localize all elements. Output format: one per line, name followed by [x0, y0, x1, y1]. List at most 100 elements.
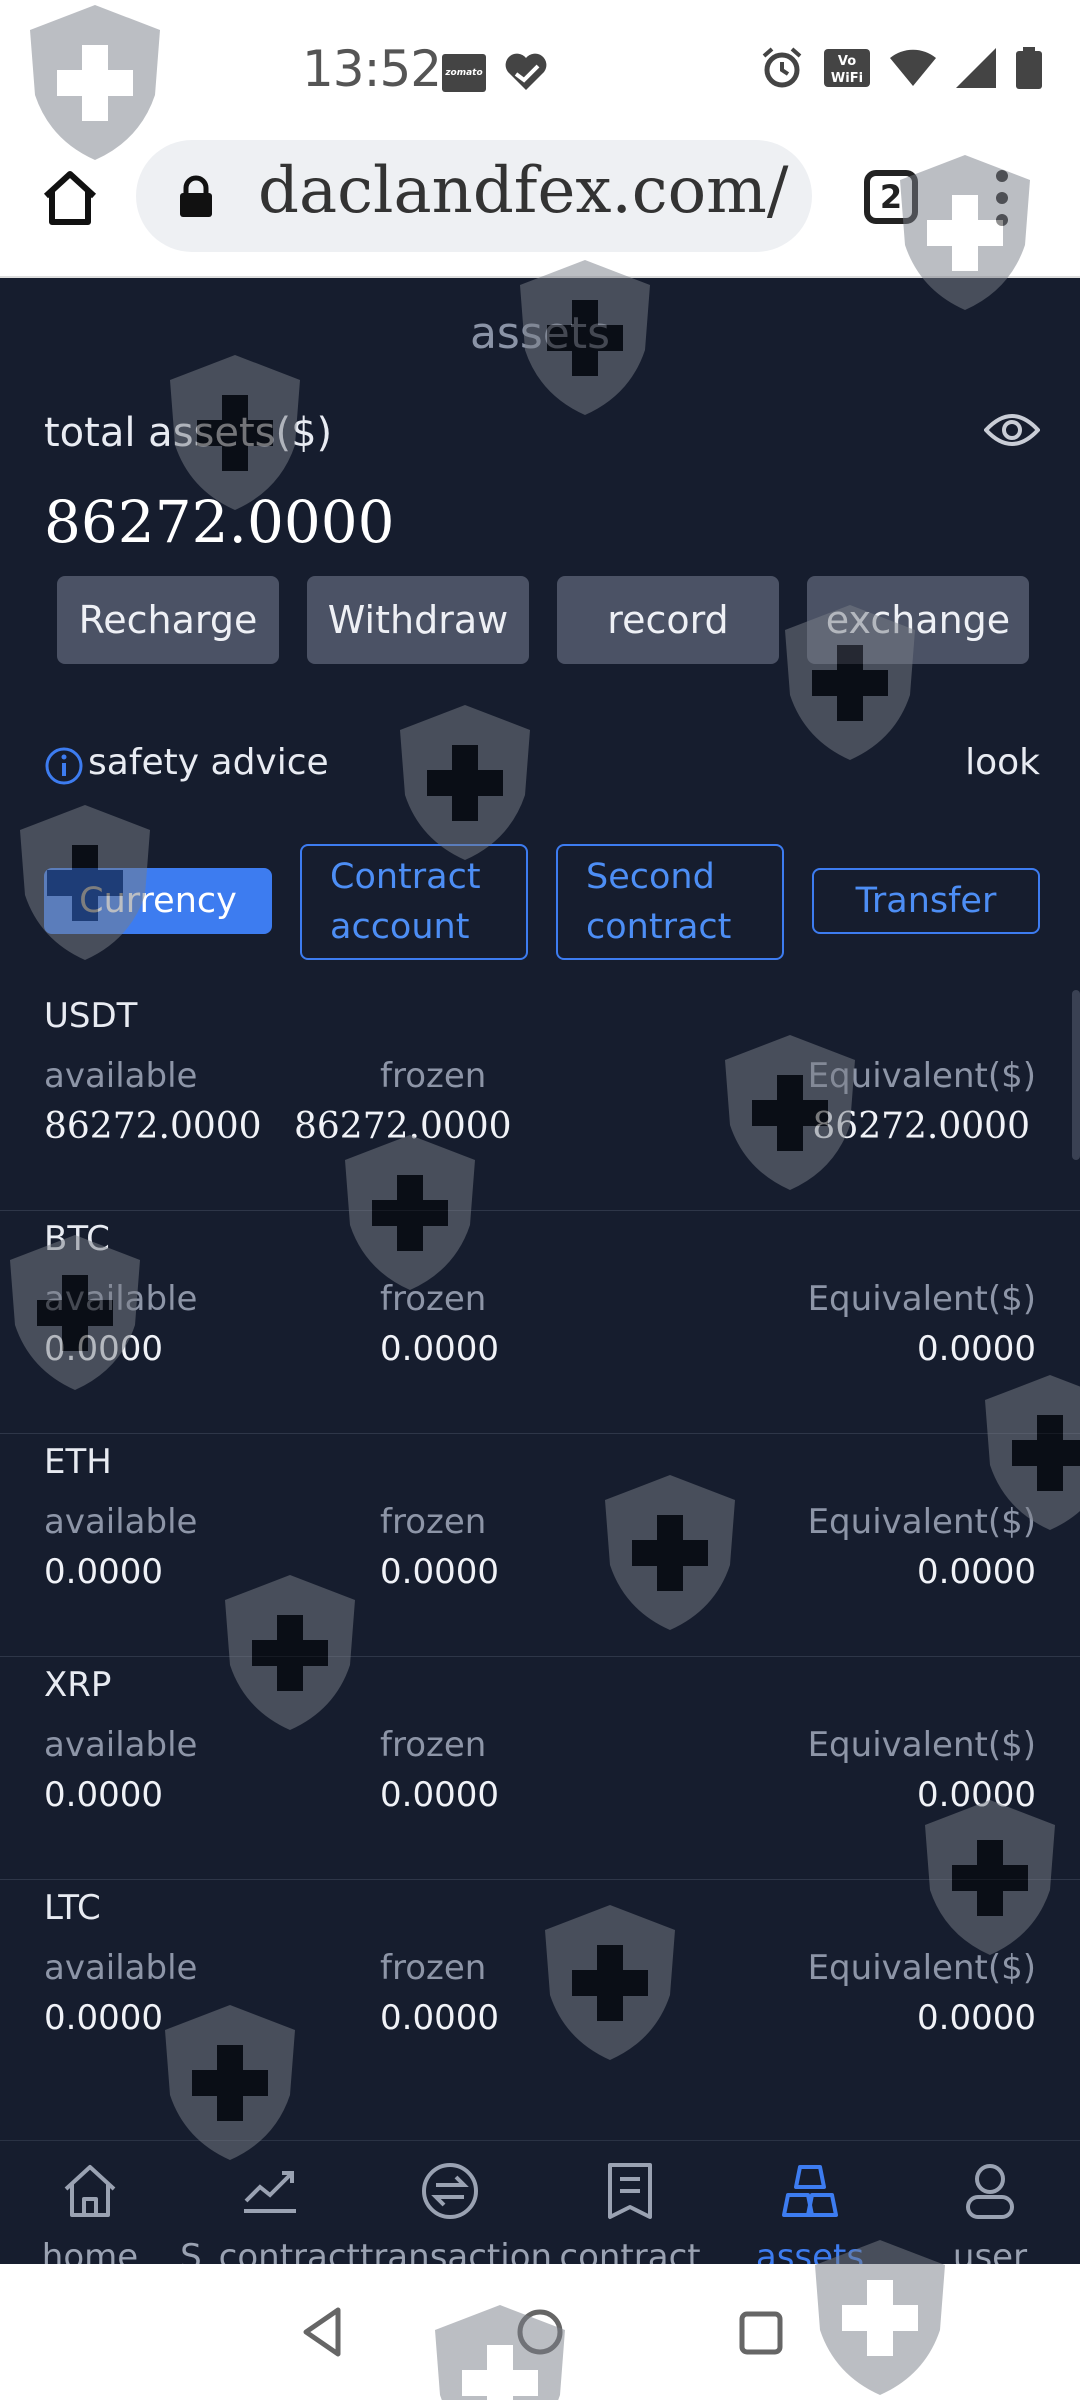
frozen-value: 0.0000 [380, 1775, 499, 1815]
frozen-value: 0.0000 [380, 1552, 499, 1592]
info-icon [45, 747, 83, 785]
asset-row[interactable]: LTC available frozen Equivalent($) 0.000… [0, 1880, 1080, 2103]
asset-row[interactable]: XRP available frozen Equivalent($) 0.000… [0, 1657, 1080, 1880]
browser-toolbar: daclandfex.com/ 2 [0, 140, 1080, 278]
nav-s-contract[interactable]: S_contract [180, 2141, 360, 2264]
exchange-button[interactable]: exchange [807, 576, 1029, 664]
available-label: available [44, 1056, 198, 1096]
safety-advice-row[interactable]: safety advice look [44, 742, 1040, 794]
tab-switcher-button[interactable]: 2 [864, 170, 918, 224]
available-label: available [44, 1725, 198, 1765]
equivalent-value: 0.0000 [917, 1998, 1036, 2038]
assets-page: assets total assets($) 86272.0000 Rechar… [0, 278, 1080, 2264]
wifi-icon [890, 49, 936, 86]
nav-user[interactable]: user [900, 2141, 1080, 2264]
frozen-label: frozen [380, 1725, 487, 1765]
total-assets-value: 86272.0000 [44, 488, 395, 556]
account-tabs: Currency Contract account Second contrac… [44, 844, 1040, 964]
equivalent-label: Equivalent($) [807, 1948, 1036, 1988]
nav-label: S_contract [180, 2237, 360, 2264]
gold-bars-icon [782, 2165, 838, 2217]
nav-assets[interactable]: assets [720, 2141, 900, 2264]
scrollbar[interactable] [1072, 990, 1080, 1160]
home-icon [64, 2165, 116, 2217]
nav-home[interactable]: home [0, 2141, 180, 2264]
health-heart-icon [505, 53, 547, 90]
url-field[interactable]: daclandfex.com/ [136, 140, 812, 252]
coin-name: ETH [44, 1442, 112, 1482]
equivalent-label: Equivalent($) [807, 1279, 1036, 1319]
total-assets-label: total assets($) [44, 410, 333, 456]
equivalent-label: Equivalent($) [807, 1056, 1036, 1096]
asset-row[interactable]: USDT available frozen Equivalent($) 8627… [0, 988, 1080, 1211]
chart-icon [244, 2171, 296, 2213]
system-nav-bar [0, 2264, 1080, 2400]
coin-name: USDT [44, 996, 138, 1036]
frozen-label: frozen [380, 1056, 487, 1096]
available-value: 86272.0000 [44, 1106, 262, 1147]
available-label: available [44, 1279, 198, 1319]
battery-icon [1016, 47, 1042, 89]
asset-list: USDT available frozen Equivalent($) 8627… [0, 988, 1080, 2103]
page-title: assets [469, 308, 611, 359]
tab-contract-account[interactable]: Contract account [300, 844, 528, 960]
action-buttons: Recharge Withdraw record exchange [57, 576, 1029, 664]
safety-advice-text: safety advice [88, 742, 329, 783]
home-circle-icon[interactable] [510, 2302, 570, 2362]
back-icon[interactable] [294, 2302, 354, 2362]
available-value: 0.0000 [44, 1552, 163, 1592]
available-label: available [44, 1502, 198, 1542]
nav-label: assets [755, 2237, 865, 2264]
alarm-icon [762, 47, 802, 88]
document-icon [608, 2163, 652, 2219]
svg-text:WiFi: WiFi [831, 71, 863, 86]
bottom-nav: home S_contract transaction contract ass… [0, 2140, 1080, 2264]
recharge-button[interactable]: Recharge [57, 576, 279, 664]
frozen-label: frozen [380, 1279, 487, 1319]
coin-name: XRP [44, 1665, 112, 1705]
available-value: 0.0000 [44, 1775, 163, 1815]
asset-row[interactable]: BTC available frozen Equivalent($) 0.000… [0, 1211, 1080, 1434]
nav-label: contract [559, 2237, 701, 2264]
coin-name: LTC [44, 1888, 101, 1928]
available-value: 0.0000 [44, 1329, 163, 1369]
nav-transaction[interactable]: transaction [360, 2141, 553, 2264]
eye-icon[interactable] [984, 408, 1040, 452]
equivalent-value: 0.0000 [917, 1552, 1036, 1592]
signal-icon [956, 48, 996, 88]
status-bar: 13:52 zomato Vo WiFi [0, 0, 1080, 140]
more-menu-icon[interactable] [992, 168, 1012, 228]
tab-transfer[interactable]: Transfer [812, 868, 1040, 934]
exchange-icon [422, 2163, 478, 2219]
frozen-value: 0.0000 [380, 1329, 499, 1369]
lock-icon [180, 175, 212, 217]
vowifi-icon: Vo WiFi [824, 49, 870, 87]
equivalent-label: Equivalent($) [807, 1502, 1036, 1542]
available-label: available [44, 1948, 198, 1988]
nav-contract[interactable]: contract [540, 2141, 720, 2264]
frozen-label: frozen [380, 1948, 487, 1988]
frozen-value: 0.0000 [380, 1998, 499, 2038]
svg-text:Vo: Vo [838, 54, 856, 69]
frozen-label: frozen [380, 1502, 487, 1542]
available-value: 0.0000 [44, 1998, 163, 2038]
nav-label: user [952, 2237, 1028, 2264]
equivalent-value: 0.0000 [917, 1775, 1036, 1815]
zomato-notification-icon: zomato [442, 54, 486, 92]
url-text: daclandfex.com/ [258, 154, 789, 228]
look-link[interactable]: look [965, 742, 1040, 783]
home-icon[interactable] [38, 166, 102, 230]
user-icon [966, 2164, 1014, 2219]
record-button[interactable]: record [557, 576, 779, 664]
equivalent-label: Equivalent($) [807, 1725, 1036, 1765]
tab-currency[interactable]: Currency [44, 868, 272, 934]
asset-row[interactable]: ETH available frozen Equivalent($) 0.000… [0, 1434, 1080, 1657]
status-time: 13:52 [302, 40, 442, 98]
equivalent-value: 0.0000 [917, 1329, 1036, 1369]
nav-label: transaction [360, 2237, 553, 2264]
tab-second-contract[interactable]: Second contract [556, 844, 784, 960]
frozen-value: 86272.0000 [294, 1106, 512, 1147]
withdraw-button[interactable]: Withdraw [307, 576, 529, 664]
recents-icon[interactable] [730, 2302, 790, 2362]
coin-name: BTC [44, 1219, 110, 1259]
